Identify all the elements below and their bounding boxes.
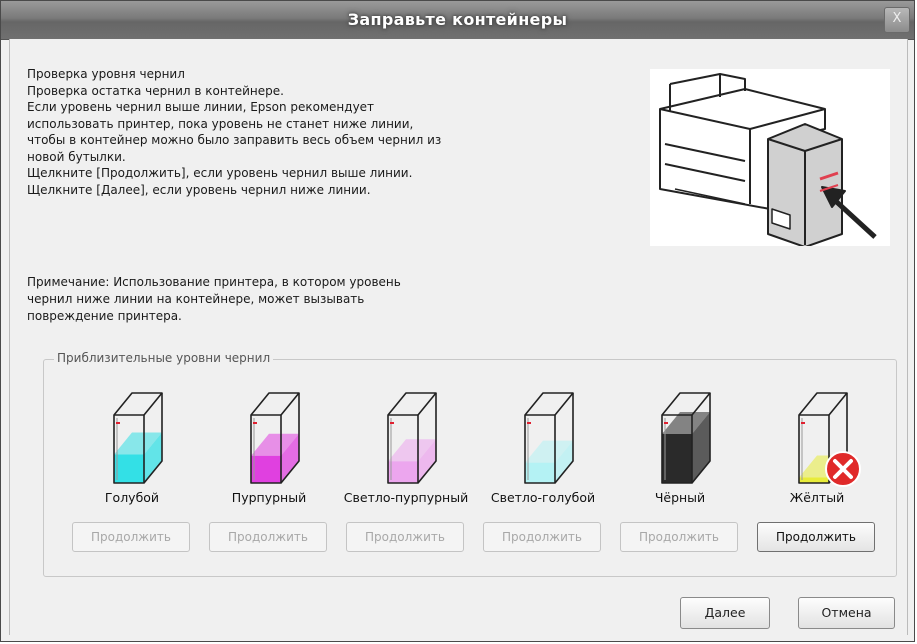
instruction-line: Щелкните [Далее], если уровень чернил ни… bbox=[27, 182, 371, 197]
ink-black: Чёрный Продолжить bbox=[610, 380, 750, 552]
continue-button-magenta[interactable]: Продолжить bbox=[209, 522, 327, 552]
ink-tank-icon bbox=[661, 392, 711, 484]
window-title: Заправьте контейнеры bbox=[347, 10, 568, 29]
continue-button-cyan[interactable]: Продолжить bbox=[72, 522, 190, 552]
ink-name-label: Голубой bbox=[104, 490, 160, 505]
title-bar[interactable]: Заправьте контейнеры X bbox=[1, 1, 914, 40]
ink-tank-icon bbox=[250, 392, 300, 484]
dialog-window: Заправьте контейнеры X Проверка уровня ч… bbox=[0, 0, 915, 642]
error-icon bbox=[825, 451, 861, 487]
continue-button-light-cyan[interactable]: Продолжить bbox=[483, 522, 601, 552]
instruction-line: использовать принтер, пока уровень не ст… bbox=[27, 116, 414, 131]
ink-level-fill bbox=[799, 477, 829, 483]
instruction-line: Проверка уровня чернил bbox=[27, 67, 185, 81]
ink-level-fill bbox=[525, 462, 555, 483]
ink-tank-icon bbox=[113, 392, 163, 484]
continue-button-light-magenta[interactable]: Продолжить bbox=[346, 522, 464, 552]
dialog-content: Проверка уровня чернил Проверка остатка … bbox=[9, 39, 908, 635]
next-button[interactable]: Далее bbox=[680, 597, 770, 629]
continue-button-black[interactable]: Продолжить bbox=[620, 522, 738, 552]
ink-level-fill bbox=[251, 455, 281, 483]
ink-tank-icon bbox=[387, 392, 437, 484]
ink-yellow: Жёлтый Продолжить bbox=[747, 380, 887, 552]
instructions-text: Проверка уровня чернил Проверка остатка … bbox=[27, 66, 587, 198]
warning-note: Примечание: Использование принтера, в ко… bbox=[27, 274, 587, 325]
ink-tank-icon bbox=[524, 392, 574, 484]
instruction-line: чтобы в контейнер можно было заправить в… bbox=[27, 133, 442, 147]
ink-name-label: Светло-пурпурный bbox=[343, 490, 469, 505]
ink-cyan: Голубой Продолжить bbox=[62, 380, 202, 552]
ink-name-label: Светло-голубой bbox=[490, 490, 596, 505]
ink-levels-label: Приблизительные уровни чернил bbox=[54, 351, 274, 365]
ink-name-label: Пурпурный bbox=[231, 490, 307, 505]
printer-tank-illustration bbox=[659, 73, 877, 248]
note-line: повреждение принтера. bbox=[27, 309, 182, 323]
ink-name-label: Чёрный bbox=[654, 490, 706, 505]
ink-light-cyan: Светло-голубой Продолжить bbox=[473, 380, 613, 552]
ink-light-magenta: Светло-пурпурный Продолжить bbox=[336, 380, 476, 552]
ink-level-fill bbox=[114, 454, 144, 483]
ink-level-fill bbox=[662, 434, 692, 483]
ink-tank-icon bbox=[798, 392, 861, 487]
instruction-line: Проверка остатка чернил в контейнере. bbox=[27, 83, 284, 98]
ink-levels-group: Приблизительные уровни чернил Голубой Пр… bbox=[43, 351, 897, 577]
ink-level-fill bbox=[388, 461, 418, 483]
cancel-button[interactable]: Отмена bbox=[798, 597, 895, 629]
continue-button-yellow[interactable]: Продолжить bbox=[757, 522, 875, 552]
close-button[interactable]: X bbox=[884, 7, 910, 33]
printer-illustration bbox=[650, 69, 890, 248]
instruction-line: Щелкните [Продолжить], если уровень черн… bbox=[27, 166, 413, 180]
instruction-line: новой бутылки. bbox=[27, 149, 126, 164]
note-line: Примечание: Использование принтера, в ко… bbox=[27, 275, 401, 289]
ink-name-label: Жёлтый bbox=[789, 490, 845, 505]
ink-magenta: Пурпурный Продолжить bbox=[199, 380, 339, 552]
instruction-line: Если уровень чернил выше линии, Epson ре… bbox=[27, 100, 375, 114]
note-line: чернил ниже линии на контейнере, может в… bbox=[27, 292, 365, 306]
